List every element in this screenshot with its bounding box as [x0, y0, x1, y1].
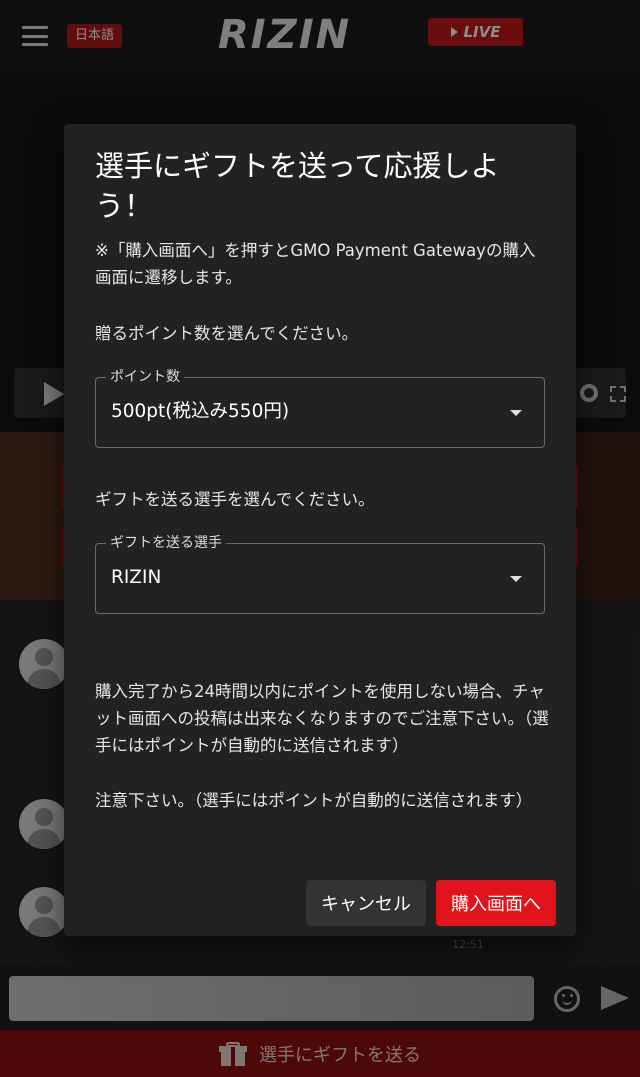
points-select[interactable]: ポイント数 500pt(税込み550円)	[95, 368, 545, 448]
purchase-notice: 購入完了から24時間以内にポイントを使用しない場合、チャット画面への投稿は出来な…	[95, 682, 549, 755]
app-page: 日本語 RIZIN LIVE 12:51 選手にギフトを送る 選手にギフトを送っ…	[0, 0, 640, 1077]
purchase-notice-repeat: 注意下さい。（選手にはポイントが自動的に送信されます）	[95, 791, 533, 810]
purchase-button[interactable]: 購入画面へ	[436, 880, 556, 926]
player-select[interactable]: ギフトを送る選手 RIZIN	[95, 534, 545, 614]
dropdown-caret-icon	[510, 576, 522, 582]
points-field-value: 500pt(税込み550円)	[111, 401, 290, 422]
points-field-label: ポイント数	[106, 368, 184, 386]
payment-note: ※「購入画面へ」を押すとGMO Payment Gatewayの購入画面に遷移し…	[95, 241, 536, 287]
player-prompt: ギフトを送る選手を選んでください。	[95, 490, 375, 509]
dropdown-caret-icon	[510, 410, 522, 416]
player-field-value: RIZIN	[111, 567, 162, 588]
points-prompt: 贈るポイント数を選んでください。	[95, 324, 359, 343]
dialog-title: 選手にギフトを送って応援しよう！	[95, 149, 500, 223]
cancel-button[interactable]: キャンセル	[306, 880, 426, 926]
player-field-label: ギフトを送る選手	[106, 534, 226, 552]
gift-dialog: 選手にギフトを送って応援しよう！ ※「購入画面へ」を押すとGMO Payment…	[64, 124, 576, 936]
